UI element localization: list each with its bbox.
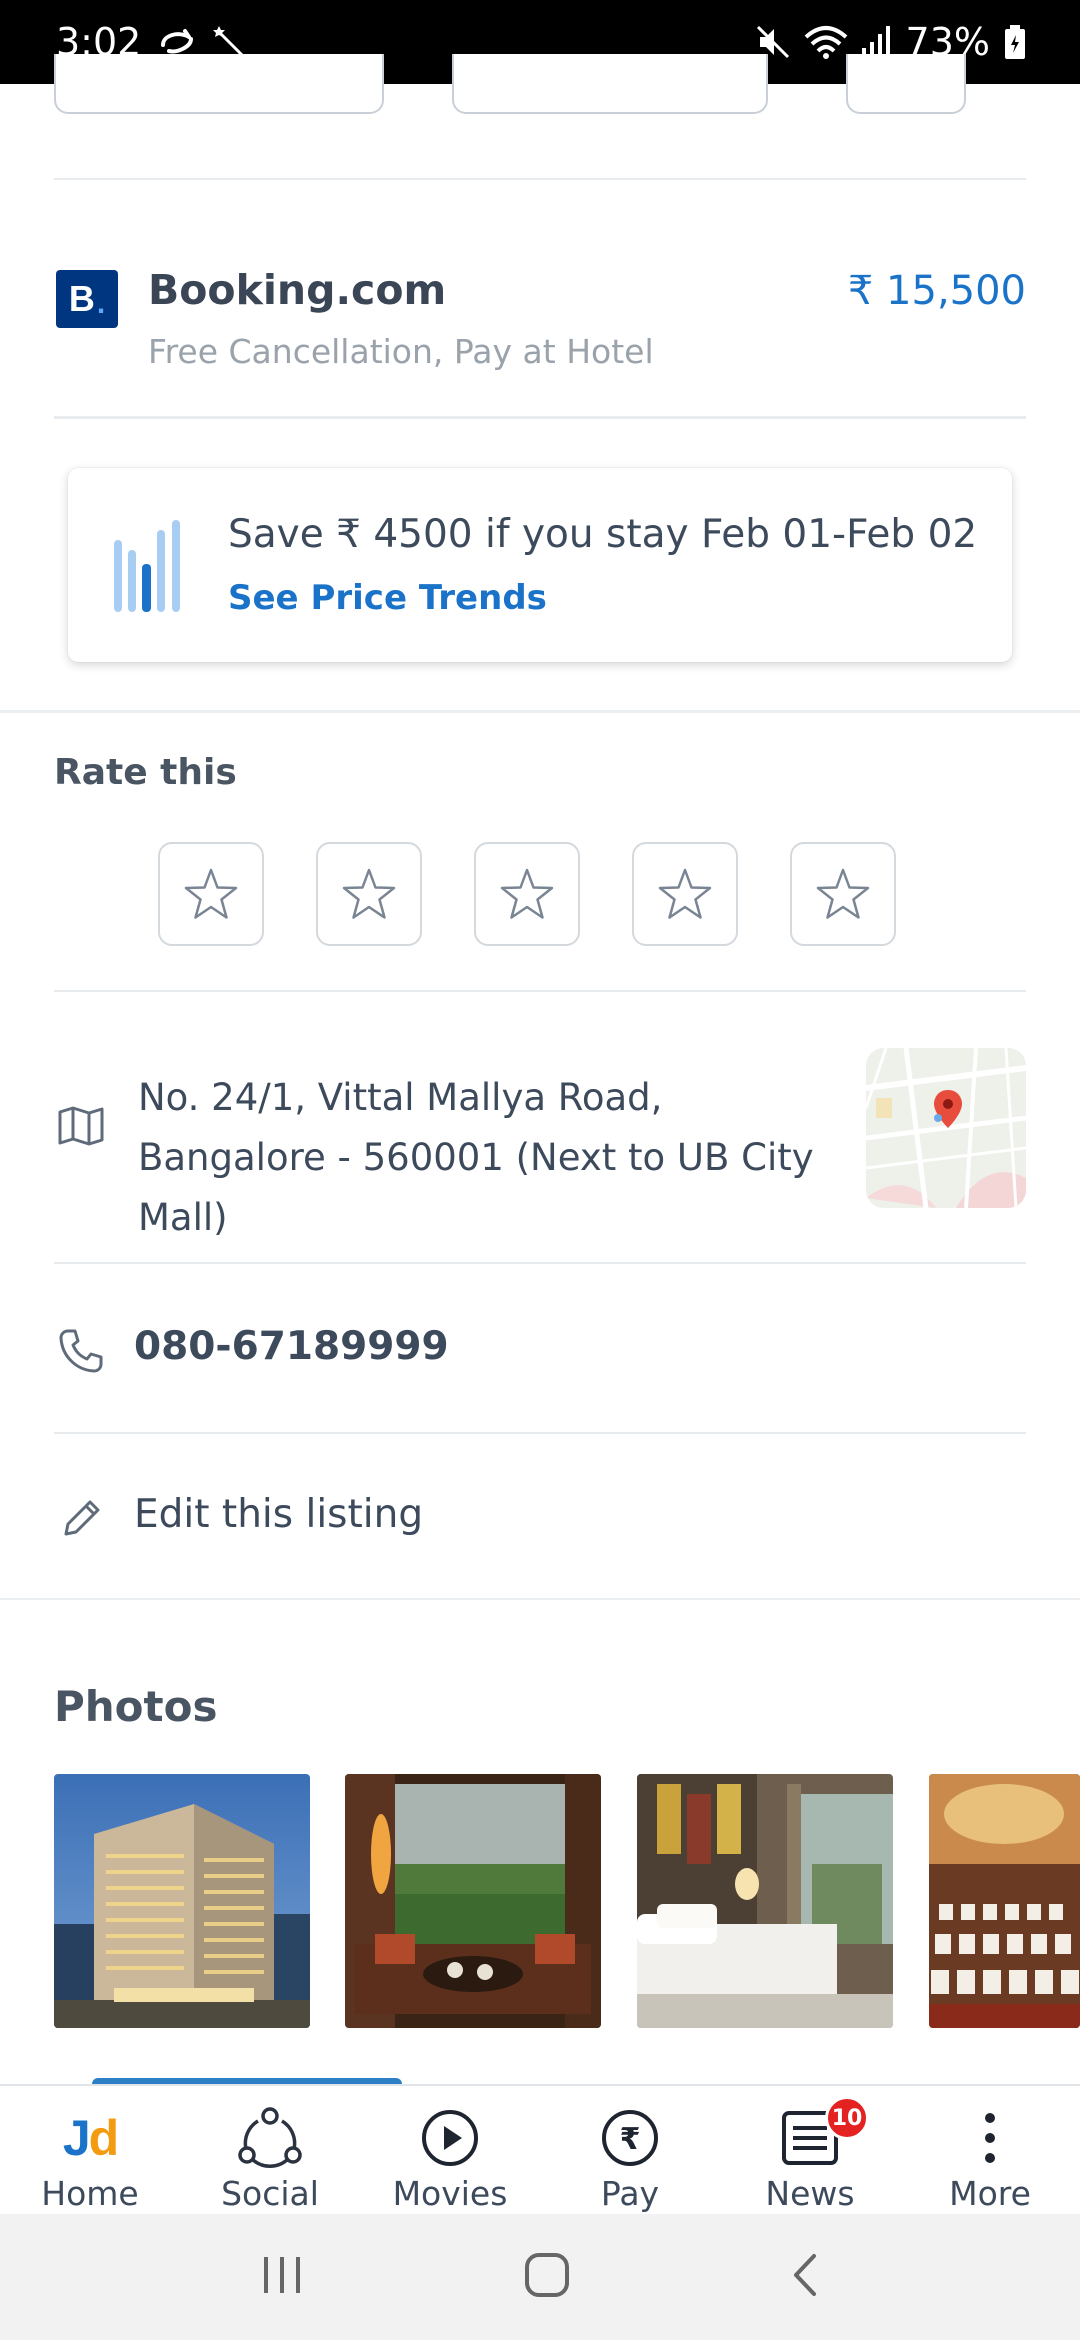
booking-provider-name: Booking.com [148, 266, 447, 314]
social-icon [238, 2106, 302, 2170]
photo-lounge-view[interactable] [345, 1774, 601, 2028]
recent-apps-icon[interactable] [260, 2255, 304, 2299]
divider [54, 1262, 1026, 1264]
jd-logo-icon: Jd [62, 2110, 119, 2166]
top-option-button-3[interactable] [846, 54, 966, 114]
booking-price[interactable]: ₹ 15,500 [848, 268, 1026, 314]
map-icon [58, 1106, 104, 1150]
photo-hotel-exterior[interactable] [54, 1774, 310, 2028]
nav-news-label: News [765, 2174, 855, 2213]
wifi-icon [804, 25, 848, 59]
star-icon [342, 868, 396, 919]
nav-movies[interactable]: Movies [360, 2086, 540, 2214]
sync-icon [159, 27, 195, 57]
section-separator [0, 1598, 1080, 1600]
divider [54, 178, 1026, 180]
star-icon [816, 868, 870, 919]
price-trend-message: Save ₹ 4500 if you stay Feb 01-Feb 02 [228, 512, 978, 557]
nav-more[interactable]: More [900, 2086, 1080, 2214]
divider [54, 1432, 1026, 1434]
rupee-icon: ₹ [600, 2106, 660, 2170]
more-icon [980, 2106, 1000, 2170]
top-buttons-row [0, 54, 1080, 114]
phone-icon [58, 1328, 104, 1378]
photo-guest-room[interactable] [637, 1774, 893, 2028]
home-button-icon[interactable] [524, 2252, 570, 2302]
nav-social[interactable]: Social [180, 2086, 360, 2214]
back-icon[interactable] [790, 2252, 820, 2302]
rate-star-4[interactable] [632, 842, 738, 946]
nav-social-label: Social [221, 2174, 319, 2213]
pencil-icon [62, 1496, 102, 1542]
star-icon [184, 868, 238, 919]
section-separator [0, 710, 1080, 713]
nav-movies-label: Movies [392, 2174, 508, 2213]
booking-logo: B. [56, 270, 118, 328]
rate-star-1[interactable] [158, 842, 264, 946]
top-option-button-1[interactable] [54, 54, 384, 114]
nav-home-label: Home [41, 2174, 139, 2213]
divider [54, 416, 1026, 419]
address-text[interactable]: No. 24/1, Vittal Mallya Road, Bangalore … [138, 1068, 838, 1248]
system-navigation-bar [0, 2214, 1080, 2340]
star-icon [500, 868, 554, 919]
battery-icon [1004, 25, 1026, 59]
nav-news[interactable]: 10 News [720, 2086, 900, 2214]
bottom-navigation: Jd Home Social Movies ₹ Pay 10 News More [0, 2084, 1080, 2214]
nav-pay-label: Pay [600, 2174, 660, 2213]
rate-this-title: Rate this [54, 752, 237, 793]
map-thumbnail[interactable] [866, 1048, 1026, 1208]
divider [54, 990, 1026, 992]
svg-text:₹: ₹ [620, 2122, 641, 2157]
see-price-trends-link[interactable]: See Price Trends [228, 578, 547, 618]
rate-star-2[interactable] [316, 842, 422, 946]
price-trend-card[interactable]: Save ₹ 4500 if you stay Feb 01-Feb 02 Se… [68, 468, 1012, 662]
news-icon: 10 [781, 2096, 869, 2170]
phone-number[interactable]: 080-67189999 [134, 1324, 449, 1369]
star-icon [658, 868, 712, 919]
rate-star-5[interactable] [790, 842, 896, 946]
photos-title: Photos [54, 1682, 218, 1731]
nav-home[interactable]: Jd Home [0, 2086, 180, 2214]
play-icon [420, 2106, 480, 2170]
booking-subtitle: Free Cancellation, Pay at Hotel [148, 332, 654, 371]
nav-pay[interactable]: ₹ Pay [540, 2086, 720, 2214]
price-trend-chart-icon [112, 520, 198, 616]
nav-more-label: More [949, 2174, 1031, 2213]
top-option-button-2[interactable] [452, 54, 768, 114]
photo-banquet-hall[interactable] [929, 1774, 1080, 2028]
edit-listing-label: Edit this listing [134, 1492, 424, 1537]
news-badge: 10 [825, 2096, 869, 2140]
rate-star-3[interactable] [474, 842, 580, 946]
